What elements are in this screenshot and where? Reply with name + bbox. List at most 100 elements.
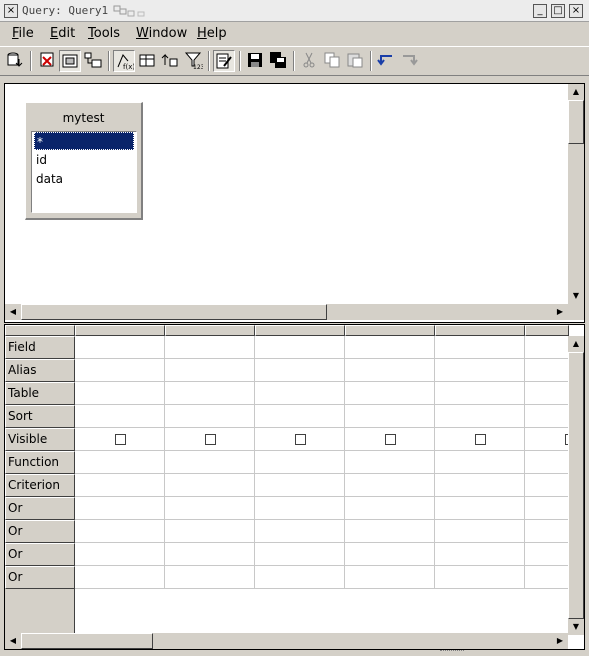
- grid-cell[interactable]: [255, 474, 345, 497]
- scroll-up-icon[interactable]: ▲: [568, 336, 584, 352]
- grid-cell[interactable]: [75, 336, 165, 359]
- grid-cell[interactable]: [525, 336, 569, 359]
- maximize-button[interactable]: □: [551, 4, 565, 18]
- query-grid[interactable]: Field Alias Table Sort Visible Function …: [4, 324, 585, 650]
- grid-cell[interactable]: [435, 474, 525, 497]
- grid-cell[interactable]: [75, 474, 165, 497]
- grid-cell[interactable]: [345, 566, 435, 589]
- grid-cell[interactable]: [165, 520, 255, 543]
- undo-icon[interactable]: [375, 50, 397, 72]
- scrollbar-thumb[interactable]: [568, 352, 584, 619]
- design-view-icon[interactable]: [59, 50, 81, 72]
- field-list[interactable]: * id data: [31, 131, 137, 213]
- add-table-icon[interactable]: [82, 50, 104, 72]
- scroll-left-icon[interactable]: ◀: [5, 304, 21, 320]
- grid-horizontal-scrollbar[interactable]: ◀ ▶: [5, 633, 568, 649]
- visible-checkbox[interactable]: [295, 434, 306, 445]
- column-header[interactable]: [165, 325, 255, 336]
- grid-cell[interactable]: [435, 382, 525, 405]
- upper-horizontal-scrollbar[interactable]: ◀ ▶: [5, 304, 568, 320]
- grid-cell[interactable]: [525, 359, 569, 382]
- grid-cell[interactable]: [165, 359, 255, 382]
- grid-cell[interactable]: [435, 428, 525, 451]
- distinct-icon[interactable]: 123: [182, 50, 205, 72]
- table-names-icon[interactable]: [136, 50, 158, 72]
- delete-table-icon[interactable]: [36, 50, 58, 72]
- grid-cell[interactable]: [75, 451, 165, 474]
- grid-cell[interactable]: [165, 451, 255, 474]
- visible-checkbox[interactable]: [475, 434, 486, 445]
- grid-cell[interactable]: [435, 336, 525, 359]
- grid-cell[interactable]: [525, 428, 576, 451]
- edit-sql-icon[interactable]: [213, 50, 235, 72]
- field-item-id[interactable]: id: [34, 151, 47, 169]
- grid-cell[interactable]: [345, 543, 435, 566]
- column-header[interactable]: [435, 325, 525, 336]
- grid-cell[interactable]: [255, 336, 345, 359]
- column-header[interactable]: [345, 325, 435, 336]
- grid-cell[interactable]: [255, 428, 345, 451]
- grid-cell[interactable]: [345, 497, 435, 520]
- grid-cell[interactable]: [345, 451, 435, 474]
- grid-cell[interactable]: [525, 474, 569, 497]
- grid-cell[interactable]: [75, 428, 165, 451]
- grid-cell[interactable]: [525, 497, 569, 520]
- column-header[interactable]: [255, 325, 345, 336]
- visible-checkbox[interactable]: [115, 434, 126, 445]
- column-header[interactable]: [75, 325, 165, 336]
- field-item-star[interactable]: *: [34, 132, 134, 150]
- grid-cell[interactable]: [75, 566, 165, 589]
- visible-checkbox[interactable]: [205, 434, 216, 445]
- grid-cell[interactable]: [435, 405, 525, 428]
- scroll-up-icon[interactable]: ▲: [568, 84, 584, 100]
- grid-cell[interactable]: [345, 428, 435, 451]
- scroll-right-icon[interactable]: ▶: [552, 633, 568, 649]
- run-query-icon[interactable]: [4, 50, 26, 72]
- close-icon[interactable]: ×: [4, 4, 18, 18]
- save-all-icon[interactable]: [267, 50, 289, 72]
- upper-vertical-scrollbar[interactable]: ▲ ▼: [568, 84, 584, 304]
- grid-cell[interactable]: [435, 566, 525, 589]
- grid-cell[interactable]: [435, 543, 525, 566]
- grid-cell[interactable]: [345, 474, 435, 497]
- grid-vertical-scrollbar[interactable]: ▲ ▼: [568, 336, 584, 635]
- grid-cell[interactable]: [75, 359, 165, 382]
- table-window[interactable]: mytest * id data: [25, 102, 143, 220]
- save-icon[interactable]: [244, 50, 266, 72]
- grid-cell[interactable]: [255, 405, 345, 428]
- scroll-left-icon[interactable]: ◀: [5, 633, 21, 649]
- sort-icon[interactable]: [159, 50, 181, 72]
- grid-cell[interactable]: [525, 566, 569, 589]
- grid-cell[interactable]: [255, 566, 345, 589]
- grid-cell[interactable]: [165, 382, 255, 405]
- grid-cell[interactable]: [165, 474, 255, 497]
- grid-cell[interactable]: [435, 520, 525, 543]
- table-design-area[interactable]: mytest * id data ▲ ▼ ◀ ▶: [4, 83, 585, 323]
- grid-cell[interactable]: [165, 336, 255, 359]
- column-header[interactable]: [525, 325, 569, 336]
- grid-cell[interactable]: [75, 520, 165, 543]
- close-button[interactable]: ×: [569, 4, 583, 18]
- grid-cell[interactable]: [435, 359, 525, 382]
- scroll-down-icon[interactable]: ▼: [568, 288, 584, 304]
- grid-cell[interactable]: [255, 451, 345, 474]
- grid-cell[interactable]: [255, 359, 345, 382]
- grid-cell[interactable]: [345, 520, 435, 543]
- grid-cell[interactable]: [75, 405, 165, 428]
- copy-icon[interactable]: [321, 50, 343, 72]
- field-item-data[interactable]: data: [34, 170, 63, 188]
- grid-cell[interactable]: [75, 497, 165, 520]
- grid-cell[interactable]: [165, 566, 255, 589]
- cut-icon[interactable]: [298, 50, 320, 72]
- grid-cell[interactable]: [165, 428, 255, 451]
- menu-file[interactable]: File: [12, 26, 34, 41]
- menu-edit[interactable]: Edit: [50, 26, 75, 41]
- grid-cell[interactable]: [255, 520, 345, 543]
- grid-cell[interactable]: [345, 359, 435, 382]
- grid-cell[interactable]: [255, 497, 345, 520]
- grid-cell[interactable]: [525, 405, 569, 428]
- grid-cell[interactable]: [345, 382, 435, 405]
- grid-cell[interactable]: [255, 543, 345, 566]
- grid-cell[interactable]: [165, 405, 255, 428]
- grid-cell[interactable]: [345, 336, 435, 359]
